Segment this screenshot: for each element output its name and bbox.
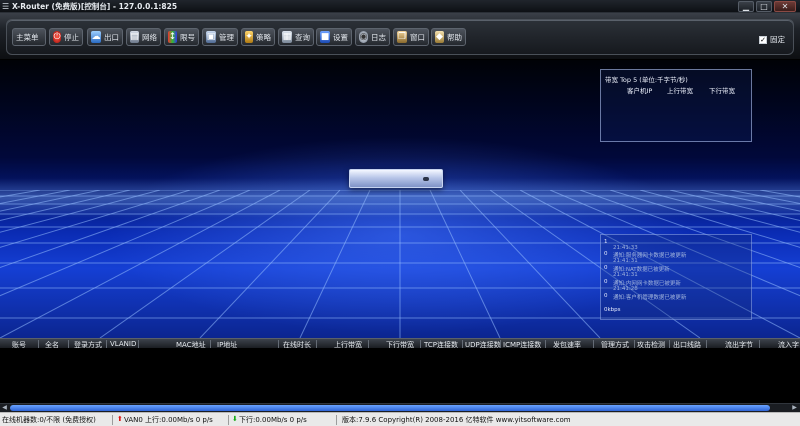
- log-line: 21:41:31: [613, 272, 638, 278]
- network-icon: ▤: [130, 31, 139, 43]
- column-divider[interactable]: [210, 340, 211, 348]
- toolbar: 主菜单 ⏻ 停止 ☁ 出口 ▤ 网络 ↕ 限号 ▣ 管理 ✦ 策略 ▦ 查询 ■…: [0, 13, 800, 60]
- title-bar: ☰ X-Router (免费版)[控制台] - 127.0.0.1:825 ▁ …: [0, 0, 800, 13]
- download-status: 下行:0.00Mb/s 0 p/s: [239, 416, 307, 424]
- help-button[interactable]: ◆ 帮助: [431, 28, 466, 46]
- exit-label: 出口: [104, 32, 119, 42]
- log-line: 0: [604, 293, 608, 299]
- column-header-vlanid[interactable]: VLANID: [110, 340, 136, 348]
- log-line: 21:41:31: [613, 258, 638, 264]
- help-label: 帮助: [447, 32, 462, 42]
- log-line: 0: [604, 251, 608, 257]
- manage-label: 管理: [219, 32, 234, 42]
- bandwidth-col-client: 客户机IP: [627, 87, 653, 95]
- help-icon: ◆: [435, 31, 444, 43]
- pin-checkbox[interactable]: ✓: [759, 35, 767, 44]
- maximize-button[interactable]: □: [756, 1, 772, 12]
- limit-button[interactable]: ↕ 限号: [164, 28, 199, 46]
- manage-button[interactable]: ▣ 管理: [202, 28, 238, 46]
- column-divider[interactable]: [500, 340, 501, 348]
- status-divider: [112, 415, 113, 425]
- log-label: 日志: [371, 32, 386, 42]
- log-panel: 1 21:41:33 0 通知:服务器网卡数据已被更新 21:41:31 0 通…: [600, 234, 752, 320]
- column-divider[interactable]: [759, 340, 760, 348]
- column-divider[interactable]: [38, 340, 39, 348]
- query-icon: ▦: [282, 31, 292, 43]
- log-button[interactable]: ◉ 日志: [355, 28, 390, 46]
- column-divider[interactable]: [368, 340, 369, 348]
- query-button[interactable]: ▦ 查询: [278, 28, 314, 46]
- main-menu-label: 主菜单: [16, 32, 39, 42]
- stop-button[interactable]: ⏻ 停止: [49, 28, 83, 46]
- online-count-status: 在线机器数:0/不限 (免费授权): [2, 416, 96, 424]
- column-divider[interactable]: [593, 340, 594, 348]
- stop-label: 停止: [64, 32, 79, 42]
- window-icon: ❐: [397, 31, 407, 43]
- column-divider[interactable]: [138, 340, 139, 348]
- main-menu-button[interactable]: 主菜单: [12, 28, 46, 46]
- window-button[interactable]: ❐ 窗口: [393, 28, 429, 46]
- policy-icon: ✦: [245, 31, 253, 43]
- stop-icon: ⏻: [53, 31, 61, 43]
- upload-arrow-icon: ⬆: [117, 415, 123, 423]
- query-label: 查询: [295, 32, 310, 42]
- network-label: 网络: [142, 32, 157, 42]
- column-divider[interactable]: [278, 340, 279, 348]
- limit-label: 限号: [180, 32, 195, 42]
- bandwidth-col-up: 上行带宽: [667, 87, 693, 95]
- settings-button[interactable]: ■ 设置: [316, 28, 352, 46]
- bandwidth-top5-panel: 带宽 Top 5 (单位:千字节/秒) 客户机IP 上行带宽 下行带宽: [600, 69, 752, 142]
- log-line: 通知:客户机管理数据已被更新: [613, 295, 687, 301]
- router-led: [423, 177, 429, 181]
- close-button[interactable]: ✕: [774, 1, 796, 12]
- log-line: 21:41:28: [613, 286, 638, 292]
- window-title: X-Router (免费版)[控制台] - 127.0.0.1:825: [12, 2, 178, 11]
- upload-status: VAN0 上行:0.00Mb/s 0 p/s: [124, 416, 213, 424]
- router-device[interactable]: [349, 169, 443, 188]
- pin-label: 固定: [770, 35, 785, 44]
- column-divider[interactable]: [634, 340, 635, 348]
- window-label: 窗口: [410, 32, 425, 42]
- status-bar: 在线机器数:0/不限 (免费授权) ⬆ VAN0 上行:0.00Mb/s 0 p…: [0, 412, 800, 426]
- version-status: 版本:7.9.6 Copyright(R) 2008-2016 亿特软件 www…: [342, 416, 571, 424]
- exit-icon: ☁: [91, 31, 101, 43]
- log-line: 0: [604, 265, 608, 271]
- status-divider: [228, 415, 229, 425]
- limit-icon: ↕: [168, 31, 177, 43]
- client-table-header: 账号 全名 登录方式 VLANID MAC地址 IP地址 在线时长 上行带宽 下…: [0, 338, 800, 349]
- scrollbar-thumb[interactable]: [10, 405, 770, 411]
- client-table-body[interactable]: [0, 349, 800, 403]
- column-divider[interactable]: [106, 340, 107, 348]
- settings-icon: ■: [320, 31, 330, 43]
- column-divider[interactable]: [420, 340, 421, 348]
- column-divider[interactable]: [545, 340, 546, 348]
- bandwidth-col-down: 下行带宽: [709, 87, 735, 95]
- log-line: 1: [604, 239, 608, 245]
- scroll-left-icon[interactable]: ◀: [0, 404, 9, 412]
- download-arrow-icon: ⬇: [232, 415, 238, 423]
- column-divider[interactable]: [706, 340, 707, 348]
- policy-label: 策略: [256, 32, 271, 42]
- bandwidth-title: 带宽 Top 5 (单位:千字节/秒): [605, 76, 688, 84]
- log-icon: ◉: [359, 31, 368, 43]
- settings-label: 设置: [333, 32, 348, 42]
- network-button[interactable]: ▤ 网络: [126, 28, 161, 46]
- pin-toggle[interactable]: ✓ 固定: [759, 34, 785, 45]
- column-divider[interactable]: [68, 340, 69, 348]
- manage-icon: ▣: [206, 31, 216, 43]
- column-divider[interactable]: [316, 340, 317, 348]
- status-divider: [336, 415, 337, 425]
- column-divider[interactable]: [669, 340, 670, 348]
- horizontal-scrollbar[interactable]: ◀ ▶: [0, 403, 800, 412]
- log-line: 0kbps: [604, 307, 621, 313]
- column-divider[interactable]: [462, 340, 463, 348]
- policy-button[interactable]: ✦ 策略: [241, 28, 275, 46]
- exit-button[interactable]: ☁ 出口: [87, 28, 123, 46]
- app-icon[interactable]: ☰: [2, 2, 11, 11]
- scroll-right-icon[interactable]: ▶: [790, 404, 799, 412]
- minimize-button[interactable]: ▁: [738, 1, 754, 12]
- log-line: 0: [604, 279, 608, 285]
